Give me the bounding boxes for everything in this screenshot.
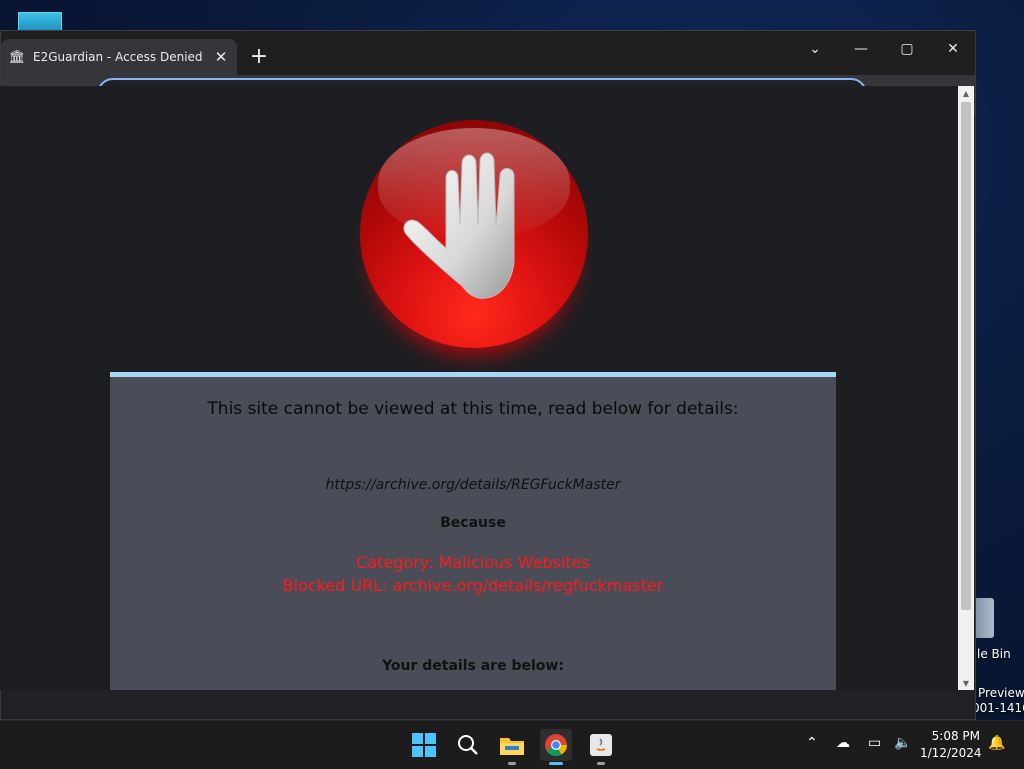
category-text: Category: Malicious Websites: [356, 553, 590, 572]
bank-favicon-icon: 🏛: [8, 49, 26, 65]
chevron-up-icon[interactable]: ⌃: [806, 735, 818, 751]
vertical-scrollbar[interactable]: ▲ ▼: [958, 86, 974, 690]
windows-start-icon[interactable]: [408, 729, 440, 761]
maximize-button[interactable]: ▢: [887, 35, 927, 63]
because-label: Because: [440, 515, 506, 531]
minimize-button[interactable]: —: [841, 35, 881, 63]
tab-search-icon[interactable]: ⌄: [795, 35, 835, 63]
clock-date[interactable]: 1/12/2024: [920, 746, 982, 760]
stop-hand-icon: [360, 120, 588, 348]
recycle-bin-label[interactable]: le Bin: [977, 647, 1011, 661]
page-content: This site cannot be viewed at this time,…: [0, 86, 958, 690]
build-watermark-label: 001-1416: [972, 701, 1024, 715]
blocked-url-text: https://archive.org/details/REGFuckMaste…: [325, 477, 621, 493]
volume-muted-icon[interactable]: 🔈: [894, 735, 911, 751]
clock-time[interactable]: 5:08 PM: [930, 729, 980, 743]
search-icon[interactable]: [452, 729, 484, 761]
network-icon[interactable]: ▭: [868, 735, 881, 751]
tab-title: E2Guardian - Access Denied: [33, 50, 203, 64]
access-denied-panel: This site cannot be viewed at this time,…: [110, 372, 836, 690]
scroll-up-icon[interactable]: ▲: [958, 86, 974, 100]
scroll-down-icon[interactable]: ▼: [958, 676, 974, 690]
blocked-url-reason: Blocked URL: archive.org/details/regfuck…: [282, 576, 664, 595]
taskbar: ⌃ ☁ ▭ 🔈 5:08 PM 1/12/2024 🔔: [0, 720, 1024, 769]
title-bar: 🏛 E2Guardian - Access Denied ✕ + ⌄ — ▢ ✕: [1, 31, 975, 75]
close-window-button[interactable]: ✕: [933, 35, 973, 63]
file-explorer-icon[interactable]: [496, 729, 528, 765]
notification-bell-icon[interactable]: 🔔: [988, 735, 1005, 751]
preview-watermark-label: Preview: [978, 686, 1024, 700]
page-title: This site cannot be viewed at this time,…: [207, 399, 739, 419]
onedrive-offline-icon[interactable]: ☁: [836, 735, 850, 751]
chrome-icon[interactable]: [540, 729, 572, 765]
details-heading: Your details are below:: [382, 658, 564, 674]
new-tab-button[interactable]: +: [247, 44, 271, 69]
scroll-thumb[interactable]: [961, 102, 971, 610]
java-app-icon[interactable]: [585, 729, 617, 765]
tab-e2guardian[interactable]: 🏛 E2Guardian - Access Denied ✕: [1, 39, 237, 75]
tab-close-icon[interactable]: ✕: [211, 47, 231, 67]
